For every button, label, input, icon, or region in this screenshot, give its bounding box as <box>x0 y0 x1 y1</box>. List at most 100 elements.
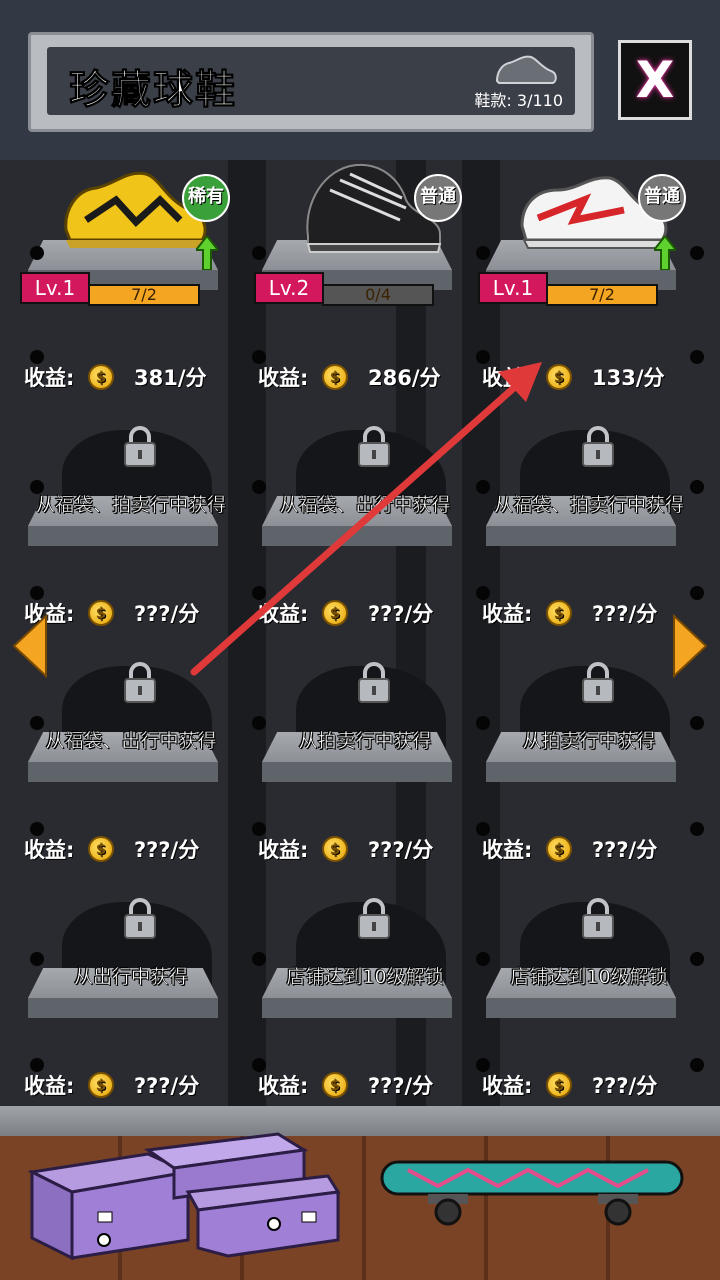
wall-peg <box>252 480 266 494</box>
lock-icon <box>124 662 156 703</box>
shoe-outline-icon <box>495 55 557 84</box>
shelf-front <box>262 762 452 782</box>
wall-peg <box>476 246 490 260</box>
wall-peg <box>252 822 266 836</box>
progress-text: 7/2 <box>131 285 157 304</box>
locked-shoe-card[interactable]: 从福袋、拍卖行中获得 收益: $ ???/分 <box>16 400 246 636</box>
income-label: 收益: <box>482 602 533 626</box>
lock-icon <box>358 898 390 939</box>
wall-peg <box>476 586 490 600</box>
income-row: 收益: $381/分 <box>24 360 244 392</box>
income-row: 收益: $ ???/分 <box>258 832 478 864</box>
locked-shoe-card[interactable]: 从福袋、拍卖行中获得收益: $ ???/分 <box>474 400 704 636</box>
shelf-front <box>486 526 676 546</box>
wall-peg <box>690 246 704 260</box>
locked-shoe-card[interactable]: 从出行中获得 收益: $ ???/分 <box>16 872 246 1108</box>
unlock-hint: 从福袋、拍卖行中获得 <box>35 494 226 516</box>
coin-icon: $ <box>88 1072 114 1098</box>
wall-peg <box>30 1058 44 1072</box>
wall-peg <box>476 350 490 364</box>
lock-icon <box>582 898 614 939</box>
locked-shoe-card[interactable]: 店铺达到10级解锁 收益: $ ???/分 <box>474 872 704 1108</box>
wall-peg <box>690 586 704 600</box>
title-plate: 珍藏球鞋 鞋款: 3/110 <box>28 32 594 132</box>
shelf-front <box>28 998 218 1018</box>
rarity-badge: 普通 <box>638 174 686 222</box>
income-value: ???/分 <box>592 602 658 626</box>
owned-shoe-card[interactable]: 普通 Lv.1 7/2 收益: $133/分 <box>474 164 704 400</box>
level-badge: Lv.1 <box>20 272 90 304</box>
level-badge: Lv.2 <box>254 272 324 304</box>
income-label: 收益: <box>258 838 309 862</box>
upgrade-arrow-icon[interactable] <box>196 236 218 270</box>
income-row: 收益: $ ???/分 <box>482 832 702 864</box>
next-page-arrow-icon[interactable] <box>672 614 708 678</box>
coin-icon: $ <box>546 364 572 390</box>
progress-text: 7/2 <box>589 285 615 304</box>
income-label: 收益: <box>258 1074 309 1098</box>
page-title: 珍藏球鞋 <box>69 67 237 114</box>
header-bar: 珍藏球鞋 鞋款: 3/110 X <box>0 0 720 160</box>
coin-icon: $ <box>88 836 114 862</box>
unlock-hint: 从出行中获得 <box>73 966 188 988</box>
coin-icon: $ <box>88 600 114 626</box>
shelf-front <box>262 998 452 1018</box>
wall-peg <box>690 952 704 966</box>
shelf-front <box>262 526 452 546</box>
income-value: ???/分 <box>134 602 200 626</box>
lock-icon <box>124 426 156 467</box>
wall-peg <box>476 822 490 836</box>
unlock-hint: 店铺达到10级解锁 <box>510 966 668 988</box>
prev-page-arrow-icon[interactable] <box>12 614 48 678</box>
coin-icon: $ <box>546 1072 572 1098</box>
wall-peg <box>252 1058 266 1072</box>
income-row: 收益: $ ???/分 <box>482 1068 702 1100</box>
coin-icon: $ <box>322 836 348 862</box>
income-label: 收益: <box>482 366 533 390</box>
level-badge: Lv.1 <box>478 272 548 304</box>
lock-icon <box>358 662 390 703</box>
upgrade-arrow-icon[interactable] <box>654 236 676 270</box>
coin-icon: $ <box>546 600 572 626</box>
income-label: 收益: <box>258 602 309 626</box>
unlock-hint: 从拍卖行中获得 <box>298 730 432 752</box>
lock-icon <box>582 662 614 703</box>
coin-icon: $ <box>322 1072 348 1098</box>
shoe-count-label: 鞋款: 3/110 <box>474 91 563 110</box>
income-value: 133/分 <box>592 366 665 390</box>
wall-peg <box>690 822 704 836</box>
unlock-hint: 从福袋、拍卖行中获得 <box>493 494 684 516</box>
locked-shoe-card[interactable]: 店铺达到10级解锁 收益: $ ???/分 <box>250 872 480 1108</box>
wall-peg <box>690 350 704 364</box>
rarity-badge: 普通 <box>414 174 462 222</box>
owned-shoe-card[interactable]: 稀有 Lv.1 7/2 收益: $381/分 <box>16 164 246 400</box>
wall-peg <box>252 350 266 364</box>
income-value: 381/分 <box>134 366 207 390</box>
income-label: 收益: <box>24 366 75 390</box>
wall-peg <box>252 246 266 260</box>
skateboard-decor <box>380 1160 684 1226</box>
locked-shoe-card[interactable]: 从拍卖行中获得 收益: $ ???/分 <box>250 636 480 872</box>
close-button[interactable]: X <box>618 40 692 120</box>
wall-peg <box>252 716 266 730</box>
wall-peg <box>30 586 44 600</box>
shoe-collection-screen: 珍藏球鞋 鞋款: 3/110 X 稀有 Lv.1 7/2 收益: $381/分 普通 Lv.… <box>0 0 720 1280</box>
income-label: 收益: <box>24 838 75 862</box>
income-value: 286/分 <box>368 366 441 390</box>
income-value: ???/分 <box>592 838 658 862</box>
income-row: 收益: $ ???/分 <box>258 596 478 628</box>
locked-shoe-card[interactable]: 从福袋、出行中获得 收益: $ ???/分 <box>250 400 480 636</box>
owned-shoe-card[interactable]: 普通 Lv.2 0/4 收益: $286/分 <box>250 163 480 400</box>
income-row: 收益: $ ???/分 <box>24 596 244 628</box>
locked-shoe-card[interactable]: 从拍卖行中获得 收益: $ ???/分 <box>474 636 704 872</box>
income-value: ???/分 <box>592 1074 658 1098</box>
coin-icon: $ <box>88 364 114 390</box>
coin-icon: $ <box>322 364 348 390</box>
wall-peg <box>252 586 266 600</box>
wall-peg <box>476 1058 490 1072</box>
wall-peg <box>476 952 490 966</box>
income-label: 收益: <box>24 1074 75 1098</box>
coin-icon: $ <box>322 600 348 626</box>
income-row: 收益: $ ???/分 <box>482 596 702 628</box>
locked-shoe-card[interactable]: 从福袋、出行中获得 收益: $ ???/分 <box>16 636 246 872</box>
